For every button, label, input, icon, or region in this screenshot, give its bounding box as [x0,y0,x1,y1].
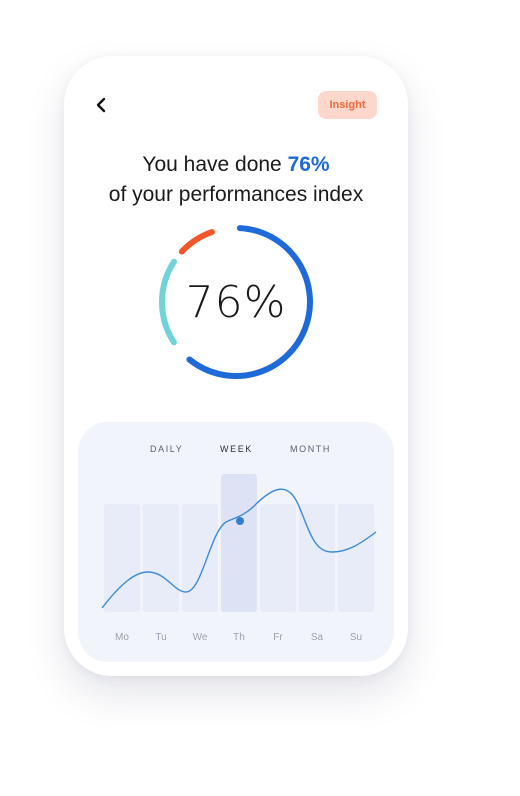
back-button[interactable] [90,94,112,116]
tab-daily[interactable]: DAILY [150,444,183,454]
headline-line-1: You have done 76% [64,150,408,180]
performance-headline: You have done 76% of your performances i… [64,150,408,210]
weekly-chart-card: DAILY WEEK MONTH Mo Tu We Th Fr Sa Su [78,422,394,662]
day-label-mo: Mo [115,632,129,643]
day-bar-su[interactable] [338,504,374,612]
tab-week[interactable]: WEEK [220,444,253,454]
headline-prefix: You have done [142,153,288,176]
insight-button[interactable]: Insight [318,91,377,119]
phone-frame: Insight You have done 76% of your perfor… [64,56,408,676]
period-tabs: DAILY WEEK MONTH [78,444,394,460]
highlight-point [236,517,244,525]
day-bar-we[interactable] [182,504,218,612]
day-bar-fr[interactable] [260,504,296,612]
day-bar-mo[interactable] [104,504,140,612]
day-label-th: Th [233,632,245,643]
day-label-su: Su [349,632,363,643]
headline-line-2: of your performances index [108,183,364,206]
day-label-we: We [192,632,208,643]
tab-month[interactable]: MONTH [290,444,331,454]
chevron-left-icon [96,97,106,113]
progress-value: 76% [185,276,287,328]
day-label-fr: Fr [273,632,283,643]
day-bar-tu[interactable] [143,504,179,612]
day-label-tu: Tu [155,632,167,643]
day-label-sa: Sa [310,632,324,643]
day-bar-th[interactable] [221,474,257,612]
headline-percent: 76% [287,153,330,176]
